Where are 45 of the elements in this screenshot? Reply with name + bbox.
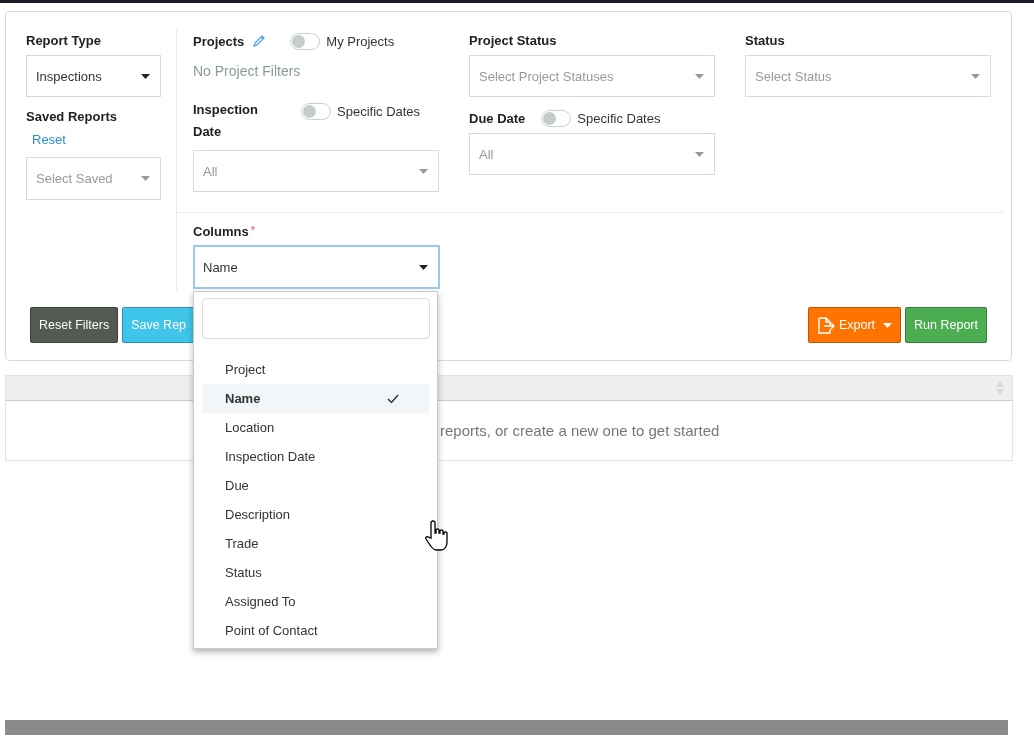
field-label: Saved Reports bbox=[26, 109, 119, 124]
toggle-label: Specific Dates bbox=[337, 104, 421, 119]
dropdown-option[interactable]: Point of Contact bbox=[202, 616, 429, 645]
dropdown-option[interactable]: Description bbox=[202, 500, 429, 529]
report-type-select[interactable]: Inspections bbox=[26, 55, 161, 97]
reset-button[interactable]: Reset Filters bbox=[30, 307, 119, 343]
check-icon bbox=[387, 393, 399, 404]
dropdown-option[interactable]: Status bbox=[202, 558, 429, 587]
toggle-label: Specific Dates bbox=[577, 110, 661, 126]
toggle-switch[interactable] bbox=[541, 109, 572, 127]
caret-icon bbox=[971, 73, 980, 79]
field-label: Due Date bbox=[469, 110, 526, 126]
caret-icon bbox=[419, 168, 428, 174]
caret-icon bbox=[695, 73, 704, 79]
field-label: Columns bbox=[193, 224, 249, 239]
field-label: Report Type bbox=[26, 33, 102, 48]
toggle-switch[interactable] bbox=[301, 103, 331, 120]
toggle-switch[interactable] bbox=[290, 32, 321, 50]
dropdown-option[interactable]: Assigned To bbox=[202, 587, 429, 616]
dropdown-option[interactable]: Location bbox=[202, 413, 429, 442]
field-label: Status bbox=[745, 33, 786, 48]
file-export-icon bbox=[816, 316, 835, 334]
no-filters-text: No Project Filters bbox=[193, 63, 302, 79]
dropdown-option[interactable]: Name bbox=[202, 384, 429, 413]
caret-icon bbox=[141, 176, 150, 181]
dropdown-option[interactable]: Due bbox=[202, 471, 429, 500]
sort-icon[interactable] bbox=[996, 380, 1004, 396]
scrollbar[interactable] bbox=[5, 720, 1008, 735]
caret-icon bbox=[141, 73, 150, 79]
caret-icon bbox=[883, 322, 893, 328]
field-label: Projects bbox=[193, 33, 245, 49]
caret-icon bbox=[419, 264, 428, 270]
search-field[interactable] bbox=[202, 298, 430, 339]
toggle-label: My Projects bbox=[326, 33, 395, 49]
dropdown-option[interactable]: Trade bbox=[202, 529, 429, 558]
dropdown-option[interactable]: Inspection Date bbox=[202, 442, 429, 471]
field-label: Project Status bbox=[469, 33, 558, 48]
caret-icon bbox=[695, 151, 704, 157]
dropdown-option[interactable]: Project bbox=[202, 355, 429, 384]
empty-message: reports, or create a new one to get started bbox=[440, 422, 720, 439]
pencil-icon[interactable] bbox=[252, 34, 267, 48]
field-label: Inspection Date bbox=[193, 101, 259, 141]
reset-link[interactable]: Reset bbox=[32, 132, 161, 147]
columns-select[interactable]: Name bbox=[193, 245, 440, 289]
required-mark: * bbox=[250, 224, 255, 236]
